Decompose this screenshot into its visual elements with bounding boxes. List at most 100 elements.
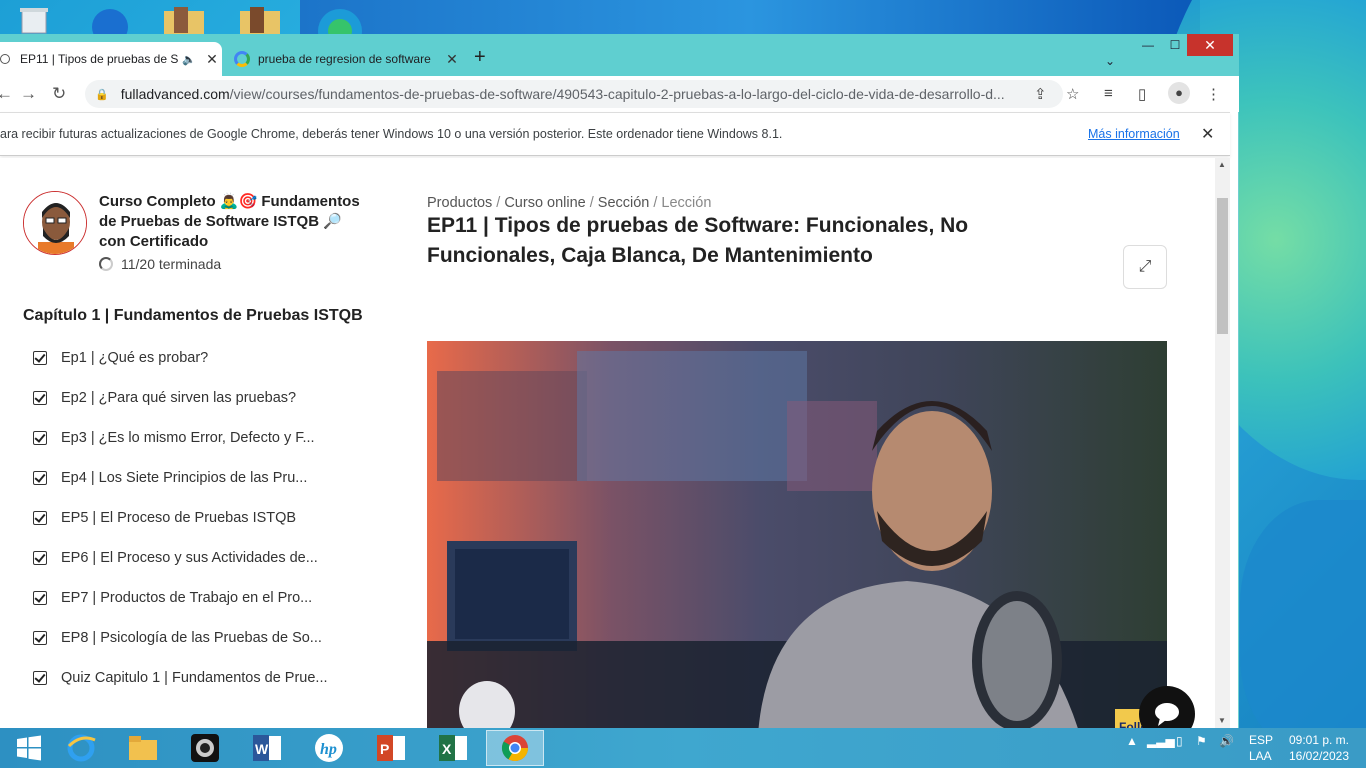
- page-title: EP11 | Tipos de pruebas de Software: Fun…: [427, 214, 969, 267]
- breadcrumb-item[interactable]: Productos: [427, 195, 492, 211]
- clock-time: 09:01 p. m.: [1288, 733, 1350, 747]
- maximize-button[interactable]: ☐: [1165, 34, 1185, 56]
- lesson-label: Quiz Capitulo 1 | Fundamentos de Prue...: [61, 670, 328, 686]
- breadcrumb-item[interactable]: Curso online: [504, 195, 585, 211]
- breadcrumb: Productos / Curso online / Sección / Lección: [427, 195, 712, 211]
- close-tab-icon[interactable]: ✕: [442, 51, 462, 68]
- list-item[interactable]: Ep1 | ¿Qué es probar?: [33, 338, 363, 378]
- close-icon[interactable]: ✕: [1201, 124, 1214, 144]
- lesson-label: EP5 | El Proceso de Pruebas ISTQB: [61, 510, 297, 526]
- scrollbar-thumb[interactable]: [1217, 198, 1228, 334]
- list-item[interactable]: EP5 | El Proceso de Pruebas ISTQB: [33, 498, 363, 538]
- lang-top: ESP: [1249, 733, 1274, 747]
- checkbox-checked-icon: [33, 591, 47, 605]
- lesson-label: Ep3 | ¿Es lo mismo Error, Defecto y F...: [61, 430, 315, 446]
- lesson-label: EP7 | Productos de Trabajo en el Pro...: [61, 590, 313, 606]
- progress-spinner-icon: [99, 257, 113, 271]
- address-bar[interactable]: 🔒 fulladvanced.com/view/courses/fundamen…: [85, 80, 1063, 108]
- word-taskbar-icon[interactable]: W: [238, 730, 296, 766]
- battery-icon[interactable]: ▯: [1176, 734, 1183, 748]
- lock-icon[interactable]: 🔒: [95, 88, 109, 101]
- url-path: /view/courses/fundamentos-de-pruebas-de-…: [229, 86, 1005, 102]
- share-icon[interactable]: ⇪: [1034, 85, 1047, 103]
- minimize-button[interactable]: —: [1138, 34, 1158, 56]
- course-progress: 11/20 terminada: [99, 256, 221, 272]
- volume-icon[interactable]: 🔊: [1219, 734, 1234, 748]
- side-panel-icon[interactable]: ▯: [1138, 85, 1146, 103]
- tab-title: prueba de regresion de software: [258, 52, 431, 66]
- video-player[interactable]: Follo: [427, 341, 1167, 729]
- svg-text:W: W: [255, 741, 269, 757]
- back-icon[interactable]: ←: [0, 84, 13, 104]
- show-hidden-icons-icon[interactable]: ▲: [1126, 734, 1138, 748]
- breadcrumb-item[interactable]: Sección: [598, 195, 650, 211]
- language-indicator[interactable]: ESP LAA: [1249, 732, 1273, 764]
- checkbox-checked-icon: [33, 511, 47, 525]
- action-center-flag-icon[interactable]: ⚑: [1196, 734, 1207, 748]
- hp-taskbar-icon[interactable]: hp: [300, 730, 358, 766]
- reading-list-icon[interactable]: ≡: [1104, 85, 1113, 102]
- scroll-up-arrow-icon[interactable]: ▲: [1218, 160, 1226, 169]
- chrome-taskbar-icon[interactable]: [486, 730, 544, 766]
- speaker-icon[interactable]: 🔈: [182, 53, 196, 66]
- forward-icon[interactable]: →: [20, 84, 37, 104]
- tab-active[interactable]: EP11 | Tipos de pruebas de S 🔈 ✕: [0, 42, 222, 76]
- course-title[interactable]: Curso Completo 🙇‍♂️🎯 Fundamentos de Prue…: [99, 192, 369, 252]
- signal-bars-icon[interactable]: ▂▃▅: [1147, 734, 1175, 748]
- list-item[interactable]: Quiz Capitulo 1 | Fundamentos de Prue...: [33, 658, 363, 698]
- checkbox-checked-icon: [33, 671, 47, 685]
- chat-bubble-button[interactable]: [1139, 686, 1195, 729]
- course-page: Curso Completo 🙇‍♂️🎯 Fundamentos de Prue…: [0, 158, 1215, 729]
- instructor-avatar: [23, 191, 87, 255]
- list-item[interactable]: Ep3 | ¿Es lo mismo Error, Defecto y F...: [33, 418, 363, 458]
- powerpoint-taskbar-icon[interactable]: P: [362, 730, 420, 766]
- new-tab-button[interactable]: +: [474, 46, 486, 69]
- chrome-window: EP11 | Tipos de pruebas de S 🔈 ✕ prueba …: [0, 34, 1239, 729]
- folder-desktop-icon-2[interactable]: [236, 5, 284, 35]
- infobar-message: ara recibir futuras actualizaciones de G…: [0, 127, 783, 141]
- more-info-link[interactable]: Más información: [1088, 127, 1180, 141]
- title-bar: EP11 | Tipos de pruebas de S 🔈 ✕ prueba …: [0, 34, 1239, 76]
- bookmark-star-icon[interactable]: ☆: [1066, 85, 1079, 103]
- lesson-label: EP8 | Psicología de las Pruebas de So...: [61, 630, 322, 646]
- start-button[interactable]: [0, 730, 58, 766]
- profile-avatar-icon[interactable]: ●: [1168, 82, 1190, 104]
- list-item[interactable]: Ep4 | Los Siete Principios de las Pru...: [33, 458, 363, 498]
- reload-icon[interactable]: ↻: [52, 84, 66, 104]
- ie-taskbar-icon[interactable]: [52, 730, 110, 766]
- checkbox-checked-icon: [33, 431, 47, 445]
- list-item[interactable]: EP6 | El Proceso y sus Actividades de...: [33, 538, 363, 578]
- clock-date: 16/02/2023: [1288, 749, 1350, 763]
- ie-desktop-icon[interactable]: [86, 5, 134, 45]
- recycle-bin-icon[interactable]: [14, 5, 62, 35]
- checkbox-checked-icon: [33, 351, 47, 365]
- tab-favicon-icon: [0, 54, 10, 64]
- page-scrollbar[interactable]: ▲ ▼: [1215, 158, 1230, 729]
- list-item[interactable]: EP7 | Productos de Trabajo en el Pro...: [33, 578, 363, 618]
- system-clock[interactable]: 09:01 p. m. 16/02/2023: [1284, 732, 1354, 764]
- file-explorer-taskbar-icon[interactable]: [114, 730, 172, 766]
- breadcrumb-current: Lección: [661, 195, 712, 211]
- scroll-down-arrow-icon[interactable]: ▼: [1218, 716, 1226, 725]
- video-frame: Follo: [427, 351, 1167, 729]
- close-tab-icon[interactable]: ✕: [202, 51, 222, 68]
- tab-inactive[interactable]: prueba de regresion de software ✕: [226, 42, 462, 76]
- excel-taskbar-icon[interactable]: X: [424, 730, 482, 766]
- edge-desktop-icon[interactable]: [310, 5, 362, 53]
- checkbox-checked-icon: [33, 551, 47, 565]
- fullscreen-expand-icon[interactable]: ⤢: [1123, 245, 1167, 289]
- webcam-app-taskbar-icon[interactable]: [176, 730, 234, 766]
- svg-text:P: P: [380, 741, 389, 757]
- list-item[interactable]: EP8 | Psicología de las Pruebas de So...: [33, 618, 363, 658]
- folder-desktop-icon[interactable]: [160, 5, 208, 35]
- menu-kebab-icon[interactable]: ⋮: [1206, 85, 1221, 103]
- lang-bottom: LAA: [1249, 749, 1272, 763]
- chapter-heading[interactable]: Capítulo 1 | Fundamentos de Pruebas ISTQ…: [23, 307, 363, 325]
- lesson-label: Ep2 | ¿Para qué sirven las pruebas?: [61, 390, 297, 406]
- checkbox-checked-icon: [33, 471, 47, 485]
- list-item[interactable]: Ep2 | ¿Para qué sirven las pruebas?: [33, 378, 363, 418]
- google-favicon-icon: [234, 51, 250, 67]
- close-window-button[interactable]: ✕: [1187, 34, 1233, 56]
- chat-icon: [1155, 703, 1179, 726]
- tab-search-chevron-icon[interactable]: ⌄: [1100, 50, 1120, 72]
